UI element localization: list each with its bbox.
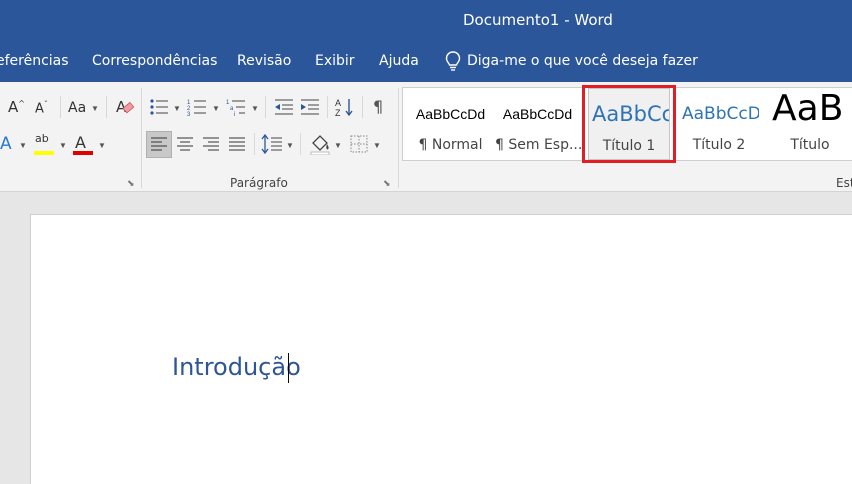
style-sem-espacamento[interactable]: AaBbCcDd ¶ Sem Esp... (495, 88, 583, 160)
font-dialog-launcher-icon[interactable]: ⬊ (127, 178, 135, 189)
align-right-icon[interactable] (202, 136, 220, 152)
clear-formatting-icon[interactable]: A (114, 96, 136, 118)
decrease-indent-icon[interactable] (273, 97, 295, 117)
font-color-swatch (73, 151, 93, 155)
window-title: Documento1 - Word (463, 11, 613, 29)
text-effects-icon[interactable]: A (0, 136, 12, 153)
svg-text:A: A (335, 98, 341, 108)
styles-group-label: Est (836, 176, 852, 190)
chevron-down-icon[interactable]: ▼ (98, 141, 106, 150)
style-name: ¶ Normal (418, 137, 483, 153)
chevron-down-icon[interactable]: ▼ (19, 141, 27, 150)
justify-icon[interactable] (228, 136, 246, 152)
style-preview: AaB (772, 88, 844, 129)
bullets-icon[interactable] (149, 97, 171, 117)
align-center-icon[interactable] (176, 136, 194, 152)
text-cursor (288, 353, 289, 383)
align-left-icon (151, 137, 167, 151)
sort-icon[interactable]: AZ (334, 96, 356, 118)
title-bar (0, 0, 852, 40)
highlight-icon[interactable]: ab (35, 133, 49, 144)
chevron-down-icon[interactable]: ▼ (373, 141, 381, 150)
style-titulo-2[interactable]: AaBbCcD Título 2 (679, 88, 759, 160)
tab-ajuda[interactable]: Ajuda (379, 53, 419, 69)
style-name: Título 2 (692, 137, 746, 153)
grow-font-icon[interactable]: A^ (8, 100, 25, 115)
change-case-button[interactable]: Aa (68, 101, 86, 115)
svg-text:i: i (234, 112, 235, 117)
style-preview: AaBbCcD (682, 104, 759, 124)
chevron-down-icon[interactable]: ▼ (91, 104, 99, 113)
tell-me-search[interactable]: Diga-me o que você deseja fazer (467, 53, 698, 69)
document-page[interactable] (30, 214, 852, 484)
chevron-down-icon[interactable]: ▼ (173, 104, 181, 113)
paragraph-group-label: Parágrafo (230, 176, 288, 190)
style-normal[interactable]: AaBbCcDd ¶ Normal (408, 88, 493, 160)
chevron-down-icon[interactable]: ▼ (212, 104, 220, 113)
multilevel-list-icon[interactable]: 1 a i (226, 97, 248, 117)
style-name: ¶ Sem Esp... (495, 137, 583, 153)
tab-correspondencias[interactable]: Correspondências (92, 53, 217, 69)
chevron-down-icon[interactable]: ▼ (286, 141, 294, 150)
highlight-box (582, 85, 676, 163)
show-formatting-icon[interactable]: ¶ (373, 99, 383, 115)
svg-text:Z: Z (335, 108, 341, 118)
shrink-font-icon[interactable]: Aˇ (35, 101, 48, 116)
highlight-color-swatch (34, 151, 54, 155)
tab-exibir[interactable]: Exibir (315, 53, 355, 69)
tab-referencias[interactable]: eferências (0, 53, 69, 69)
chevron-down-icon[interactable]: ▼ (59, 141, 67, 150)
line-spacing-icon[interactable] (261, 134, 283, 154)
tab-revisao[interactable]: Revisão (237, 53, 291, 69)
style-preview: AaBbCcDd (502, 106, 573, 122)
lightbulb-icon[interactable] (444, 50, 462, 72)
font-color-icon[interactable]: A (75, 135, 86, 151)
svg-text:3: 3 (187, 112, 191, 117)
heading-text[interactable]: Introdução (172, 353, 301, 381)
numbering-icon[interactable]: 1 2 3 (187, 97, 209, 117)
paragraph-dialog-launcher-icon[interactable]: ⬊ (383, 178, 391, 189)
borders-icon[interactable] (350, 135, 368, 153)
increase-indent-icon[interactable] (299, 97, 321, 117)
chevron-down-icon[interactable]: ▼ (334, 141, 342, 150)
style-preview: AaBbCcDd (415, 106, 486, 122)
style-name: Título (790, 137, 830, 153)
style-titulo[interactable]: AaB Título (767, 88, 852, 160)
chevron-down-icon[interactable]: ▼ (251, 104, 259, 113)
shading-icon[interactable] (309, 133, 331, 155)
